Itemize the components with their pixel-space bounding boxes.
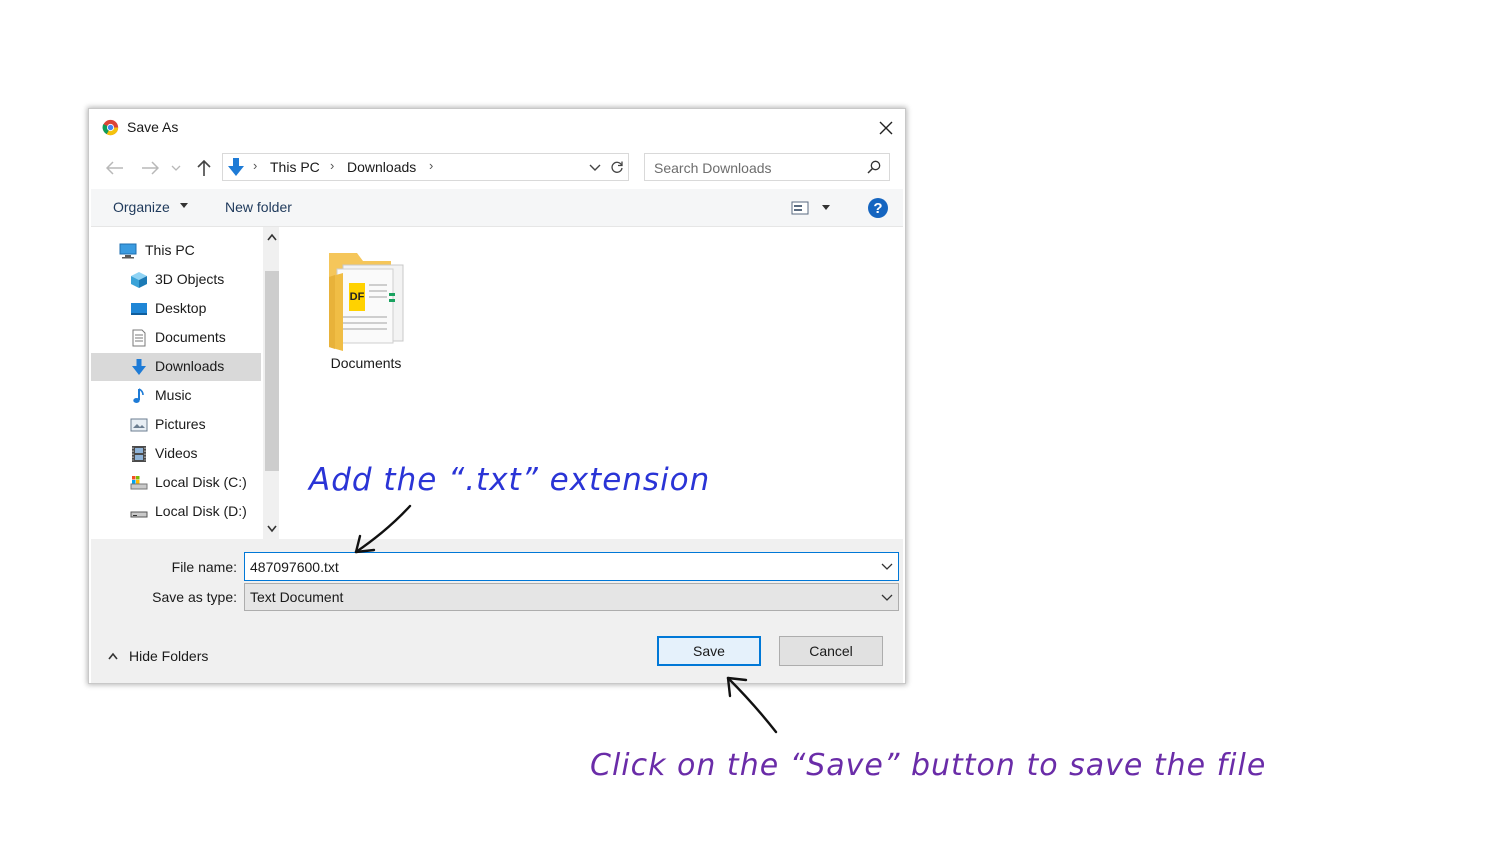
folder-item-label: Documents — [330, 355, 402, 371]
save-as-type-select[interactable]: Text Document — [244, 583, 899, 611]
cube-icon — [131, 272, 147, 288]
command-bar: Organize New folder ? — [91, 189, 903, 227]
breadcrumb-separator: › — [429, 158, 434, 173]
cancel-button[interactable]: Cancel — [779, 636, 883, 666]
download-icon — [228, 158, 244, 176]
save-button[interactable]: Save — [657, 636, 761, 666]
nav-item-local-disk-d[interactable]: Local Disk (D:) — [91, 498, 261, 526]
arrow-up-icon — [197, 159, 211, 176]
nav-item-label: Documents — [155, 329, 226, 345]
refresh-button[interactable] — [605, 153, 629, 181]
nav-item-downloads[interactable]: Downloads — [91, 353, 261, 381]
desktop-icon — [131, 303, 147, 315]
breadcrumb-downloads[interactable]: Downloads — [347, 159, 416, 175]
caret-down-icon — [180, 203, 188, 208]
save-as-type-value: Text Document — [250, 589, 344, 605]
arrow-left-icon — [106, 161, 123, 175]
close-button[interactable] — [873, 115, 899, 141]
annotation-save-note: Click on the “Save” button to save the f… — [590, 748, 1267, 783]
chrome-icon — [102, 119, 119, 136]
film-icon — [132, 446, 146, 462]
up-button[interactable] — [193, 157, 215, 179]
chevron-up-icon[interactable] — [267, 233, 277, 241]
annotation-extension-note: Add the “.txt” extension — [309, 462, 711, 498]
window-title: Save As — [127, 119, 179, 135]
download-icon — [132, 359, 146, 375]
nav-item-music[interactable]: Music — [91, 382, 261, 410]
close-icon — [879, 121, 893, 135]
nav-item-label: This PC — [145, 242, 195, 258]
drive-icon — [130, 511, 148, 518]
folder-item-documents[interactable]: DF — [321, 243, 411, 353]
chevron-up-icon — [108, 652, 118, 660]
pictures-icon — [130, 418, 148, 432]
nav-item-label: Desktop — [155, 300, 207, 316]
save-options-panel: File name: Save as type: Text Document H… — [91, 539, 903, 683]
new-folder-button[interactable]: New folder — [225, 199, 292, 215]
address-bar[interactable]: › This PC › Downloads › — [222, 153, 606, 181]
nav-item-label: Pictures — [155, 416, 206, 432]
folder-icon: DF — [329, 253, 404, 351]
hide-folders-label: Hide Folders — [129, 648, 209, 664]
chevron-down-icon[interactable] — [267, 525, 277, 533]
breadcrumb-separator: › — [330, 158, 335, 173]
nav-item-desktop[interactable]: Desktop — [91, 295, 261, 323]
hide-folders-button[interactable]: Hide Folders — [105, 647, 225, 667]
forward-button[interactable] — [139, 157, 161, 179]
chevron-down-icon — [171, 165, 181, 171]
nav-item-label: Local Disk (D:) — [155, 503, 247, 519]
computer-icon — [119, 243, 137, 259]
chevron-down-icon[interactable] — [588, 159, 602, 175]
search-box[interactable] — [644, 153, 890, 181]
save-as-type-label: Save as type: — [152, 589, 237, 605]
breadcrumb-this-pc[interactable]: This PC — [270, 159, 320, 175]
title-bar: Save As — [89, 109, 905, 147]
nav-item-this-pc[interactable]: This PC — [91, 237, 261, 265]
arrow-right-icon — [142, 161, 159, 175]
chevron-down-icon — [881, 594, 893, 601]
nav-item-label: Downloads — [155, 358, 225, 374]
nav-item-documents[interactable]: Documents — [91, 324, 261, 352]
refresh-icon — [610, 161, 623, 173]
svg-text:DF: DF — [350, 291, 365, 303]
nav-item-pictures[interactable]: Pictures — [91, 411, 261, 439]
breadcrumb-separator: › — [253, 158, 258, 173]
back-button[interactable] — [104, 157, 126, 179]
recent-locations-button[interactable] — [169, 157, 183, 179]
organize-button[interactable]: Organize — [113, 199, 170, 215]
help-icon[interactable]: ? — [867, 197, 889, 219]
chevron-down-icon[interactable] — [881, 563, 893, 571]
file-name-label: File name: — [171, 559, 237, 575]
nav-item-label: 3D Objects — [155, 271, 225, 287]
caret-down-icon[interactable] — [821, 204, 831, 212]
nav-scrollbar[interactable] — [263, 227, 279, 539]
nav-item-label: Local Disk (C:) — [155, 474, 247, 490]
file-name-combobox[interactable] — [244, 552, 899, 581]
document-icon — [132, 329, 146, 347]
search-icon — [867, 160, 881, 174]
svg-text:?: ? — [873, 200, 882, 217]
search-input[interactable] — [654, 158, 854, 178]
navigation-pane: This PC 3D Objects Desktop Documents Dow… — [91, 227, 279, 539]
save-as-dialog: Save As › This PC › Downloads › Search D… — [88, 108, 906, 684]
music-note-icon — [133, 388, 144, 403]
nav-item-videos[interactable]: Videos — [91, 440, 261, 468]
file-name-input[interactable] — [250, 558, 850, 576]
nav-item-label: Videos — [155, 445, 198, 461]
annotation-arrow-icon — [726, 676, 778, 734]
annotation-arrow-icon — [354, 504, 412, 554]
nav-item-3d-objects[interactable]: 3D Objects — [91, 266, 261, 294]
scrollbar-thumb[interactable] — [265, 271, 279, 471]
nav-item-label: Music — [155, 387, 192, 403]
nav-item-local-disk-c[interactable]: Local Disk (C:) — [91, 469, 261, 497]
drive-icon — [130, 476, 148, 490]
change-view-icon[interactable] — [791, 200, 809, 216]
